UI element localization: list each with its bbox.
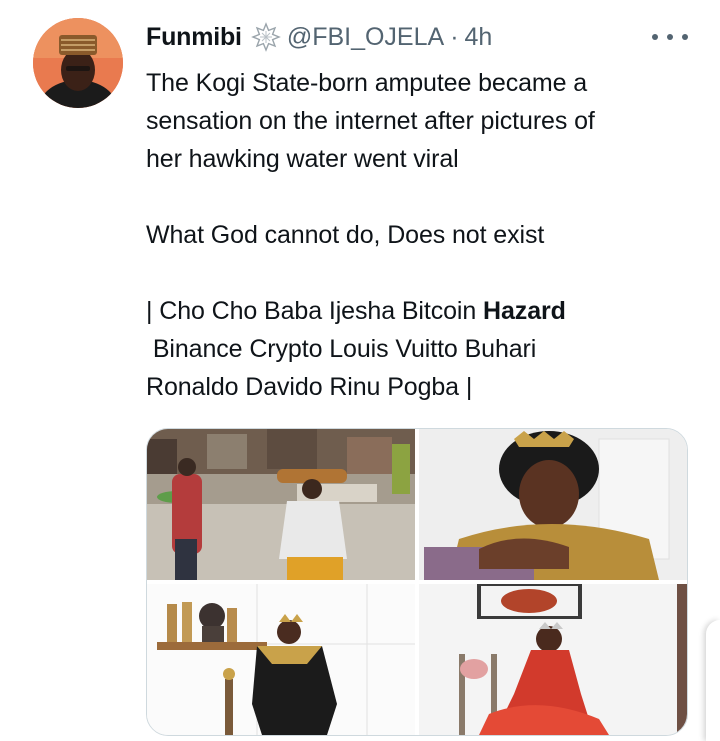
hazard-highlight: Hazard	[483, 297, 566, 325]
more-horizontal-icon	[652, 34, 658, 40]
separator-dot: ·	[450, 22, 459, 51]
tweet-text: The Kogi State-born amputee became a sen…	[146, 64, 686, 406]
tweet-text-line: | Cho Cho Baba Ijesha Bitcoin Hazard	[146, 292, 686, 330]
tweet-card[interactable]: Funmibi @FBI_OJELA · 4h The Kogi State-b…	[0, 0, 720, 741]
photo-red-dress[interactable]	[419, 584, 687, 735]
tweet-header: Funmibi @FBI_OJELA · 4h	[146, 18, 492, 56]
timestamp[interactable]: 4h	[465, 23, 493, 52]
avatar[interactable]	[33, 18, 123, 108]
photo-portrait-crown[interactable]	[419, 429, 687, 580]
handle[interactable]: @FBI_OJELA	[287, 23, 444, 52]
tweet-text-line: Ronaldo Davido Rinu Pogba |	[146, 373, 473, 401]
media-grid	[146, 428, 688, 736]
tweet-text-line: Binance Crypto Louis Vuitto Buhari	[146, 335, 537, 363]
display-name[interactable]: Funmibi	[146, 23, 242, 52]
tweet-text-line: sensation on the internet after pictures…	[146, 107, 595, 135]
tweet-text-line: The Kogi State-born amputee became a	[146, 69, 588, 97]
photo-dancing-statues[interactable]	[147, 584, 415, 735]
tweet-text-segment: | Cho Cho Baba Ijesha Bitcoin	[146, 297, 484, 325]
scroll-edge	[706, 620, 720, 741]
tweet-text-line: her hawking water went viral	[146, 145, 459, 173]
more-options-button[interactable]	[650, 23, 690, 51]
sparkle-badge-icon	[250, 22, 281, 52]
photo-street-hawker[interactable]	[147, 429, 415, 580]
tweet-text-line: What God cannot do, Does not exist	[146, 221, 545, 249]
avatar-image	[33, 18, 123, 108]
